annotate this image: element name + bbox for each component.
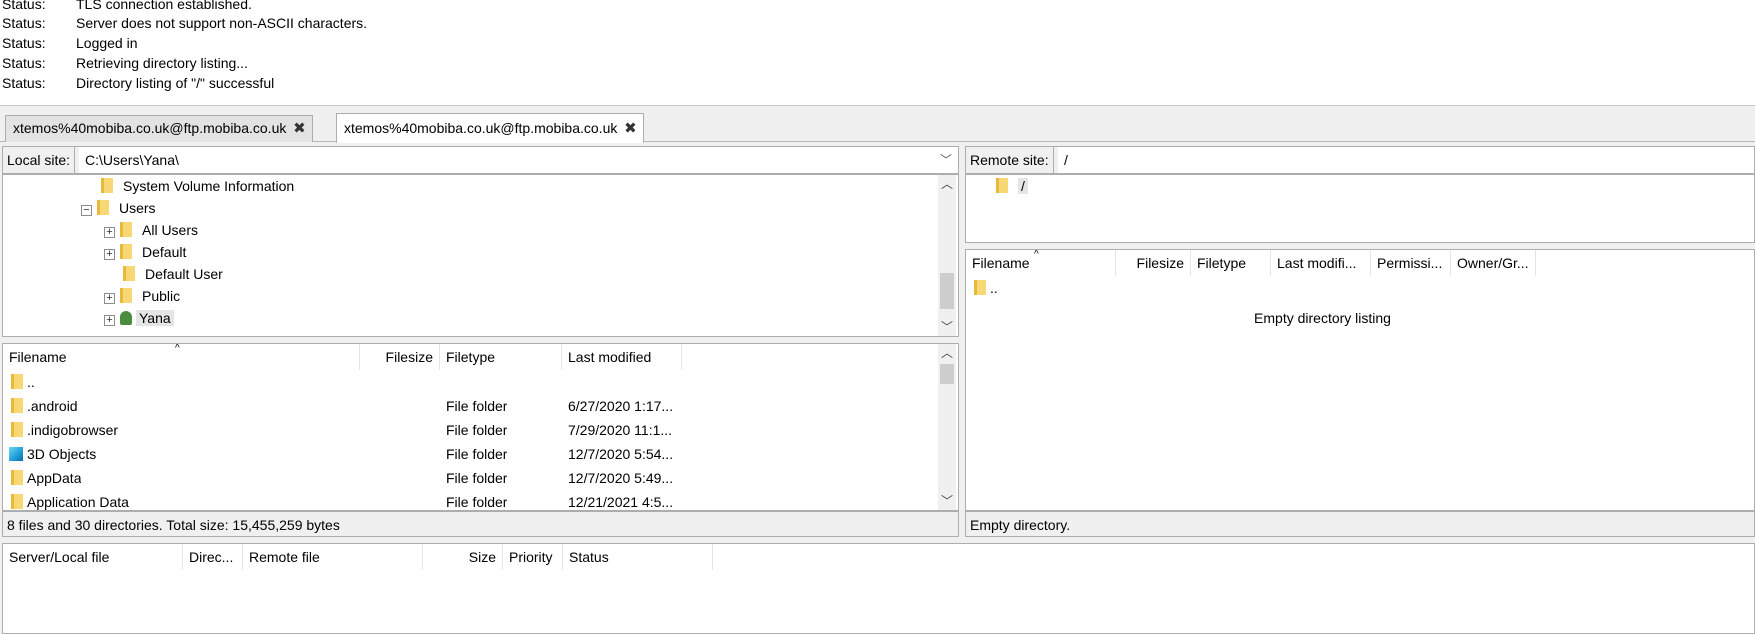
column-header-filetype[interactable]: Filetype — [1191, 250, 1271, 276]
tree-item-default-user[interactable]: Default User — [123, 263, 223, 285]
remote-file-list[interactable]: Filename ^ Filesize Filetype Last modifi.… — [965, 249, 1755, 511]
tree-item-public[interactable]: + Public — [104, 285, 180, 307]
file-row[interactable]: 3D Objects File folder 12/7/2020 5:54... — [3, 444, 938, 465]
file-row[interactable]: AppData File folder 12/7/2020 5:49... — [3, 468, 938, 489]
column-header-owner-group[interactable]: Owner/Gr... — [1451, 250, 1536, 276]
file-row[interactable]: .indigobrowser File folder 7/29/2020 11:1.… — [3, 420, 938, 441]
log-entry: Status: Retrieving directory listing... — [2, 55, 248, 71]
user-folder-icon — [120, 311, 132, 325]
folder-icon — [11, 494, 23, 509]
column-header-filename[interactable]: Filename ^ — [966, 250, 1116, 276]
chevron-down-icon[interactable]: ﹀ — [940, 147, 952, 173]
tab-connection-1[interactable]: xtemos%40mobiba.co.uk@ftp.mobiba.co.uk ✖ — [5, 115, 314, 142]
column-header-last-modified[interactable]: Last modifi... — [1271, 250, 1371, 276]
column-header-filetype[interactable]: Filetype — [440, 344, 562, 370]
log-entry: Status: TLS connection established. — [2, 0, 252, 12]
local-path-value: C:\Users\Yana\ — [85, 152, 179, 168]
remote-status-bar: Empty directory. — [965, 511, 1755, 537]
sort-ascending-icon: ^ — [175, 343, 180, 354]
empty-listing-message: Empty directory listing — [1254, 310, 1391, 326]
column-header-filesize[interactable]: Filesize — [360, 344, 440, 370]
column-header-direction[interactable]: Direc... — [183, 544, 243, 570]
folder-icon — [101, 178, 113, 193]
folder-icon — [996, 178, 1008, 193]
file-row[interactable]: .android File folder 6/27/2020 1:17... — [3, 396, 938, 417]
column-header-permissions[interactable]: Permissi... — [1371, 250, 1451, 276]
folder-icon — [97, 200, 109, 215]
folder-icon — [974, 280, 986, 295]
file-row[interactable]: .. — [966, 278, 1746, 299]
collapse-icon[interactable]: − — [81, 205, 92, 216]
close-icon[interactable]: ✖ — [286, 116, 312, 141]
folder-icon — [11, 422, 23, 437]
message-log[interactable]: Status: TLS connection established. Statu… — [0, 0, 1755, 106]
tree-item-system-volume-information[interactable]: System Volume Information — [101, 175, 294, 197]
remote-directory-tree[interactable]: / — [965, 174, 1755, 243]
file-row[interactable]: .. — [3, 372, 938, 393]
column-header-last-modified[interactable]: Last modified — [562, 344, 682, 370]
column-header-status[interactable]: Status — [563, 544, 713, 570]
expand-icon[interactable]: + — [104, 293, 115, 304]
column-header-filesize[interactable]: Filesize — [1116, 250, 1191, 276]
log-entry: Status: Server does not support non-ASCII… — [2, 15, 368, 31]
folder-icon — [120, 288, 132, 303]
scroll-down-icon[interactable]: ﹀ — [938, 318, 956, 336]
scrollbar-thumb[interactable] — [940, 273, 954, 309]
expand-icon[interactable]: + — [104, 315, 115, 326]
close-icon[interactable]: ✖ — [617, 115, 643, 143]
tree-item-all-users[interactable]: + All Users — [104, 219, 198, 241]
column-header-filename[interactable]: Filename ^ — [3, 344, 360, 370]
connection-tabbar: xtemos%40mobiba.co.uk@ftp.mobiba.co.uk ✖ … — [0, 106, 1755, 143]
folder-icon — [11, 398, 23, 413]
transfer-queue[interactable]: Server/Local file Direc... Remote file S… — [2, 543, 1755, 634]
3d-objects-icon — [9, 447, 23, 461]
remote-path-input[interactable]: / — [1058, 147, 1754, 173]
log-entry: Status: Directory listing of "/" successf… — [2, 75, 275, 91]
local-tree-scrollbar[interactable]: ︿ ﹀ — [938, 175, 956, 336]
column-header-server-local-file[interactable]: Server/Local file — [3, 544, 183, 570]
column-header-size[interactable]: Size — [423, 544, 503, 570]
tree-item-yana[interactable]: + Yana — [104, 307, 174, 329]
local-status-bar: 8 files and 30 directories. Total size: … — [2, 511, 959, 537]
local-path-combo[interactable]: C:\Users\Yana\ — [79, 147, 958, 173]
file-row[interactable]: Application Data File folder 12/21/2021 4:… — [3, 492, 938, 510]
expand-icon[interactable]: + — [104, 249, 115, 260]
local-site-bar: Local site: C:\Users\Yana\ ﹀ — [2, 146, 959, 174]
sort-ascending-icon: ^ — [1034, 249, 1039, 260]
scroll-up-icon[interactable]: ︿ — [938, 175, 956, 193]
folder-icon — [123, 266, 135, 281]
scrollbar-thumb[interactable] — [940, 364, 954, 384]
local-list-scrollbar[interactable]: ︿ ﹀ — [938, 344, 956, 510]
tree-item-root[interactable]: / — [996, 175, 1028, 197]
local-site-label: Local site: — [3, 147, 76, 173]
remote-site-label: Remote site: — [966, 147, 1054, 173]
scroll-up-icon[interactable]: ︿ — [938, 344, 956, 362]
local-file-list[interactable]: Filename ^ Filesize Filetype Last modifie… — [2, 343, 959, 511]
log-entry: Status: Logged in — [2, 35, 138, 51]
tree-item-default[interactable]: + Default — [104, 241, 186, 263]
folder-icon — [11, 470, 23, 485]
remote-path-value: / — [1064, 152, 1068, 168]
tab-connection-2[interactable]: xtemos%40mobiba.co.uk@ftp.mobiba.co.uk ✖ — [336, 113, 645, 143]
scroll-down-icon[interactable]: ﹀ — [938, 492, 956, 510]
tree-item-users[interactable]: − Users — [81, 197, 156, 219]
local-directory-tree[interactable]: System Volume Information − Users + All Us… — [2, 174, 959, 337]
folder-icon — [120, 244, 132, 259]
folder-icon — [11, 374, 23, 389]
column-header-remote-file[interactable]: Remote file — [243, 544, 423, 570]
column-header-priority[interactable]: Priority — [503, 544, 563, 570]
remote-site-bar: Remote site: / — [965, 146, 1755, 174]
folder-icon — [120, 222, 132, 237]
expand-icon[interactable]: + — [104, 227, 115, 238]
